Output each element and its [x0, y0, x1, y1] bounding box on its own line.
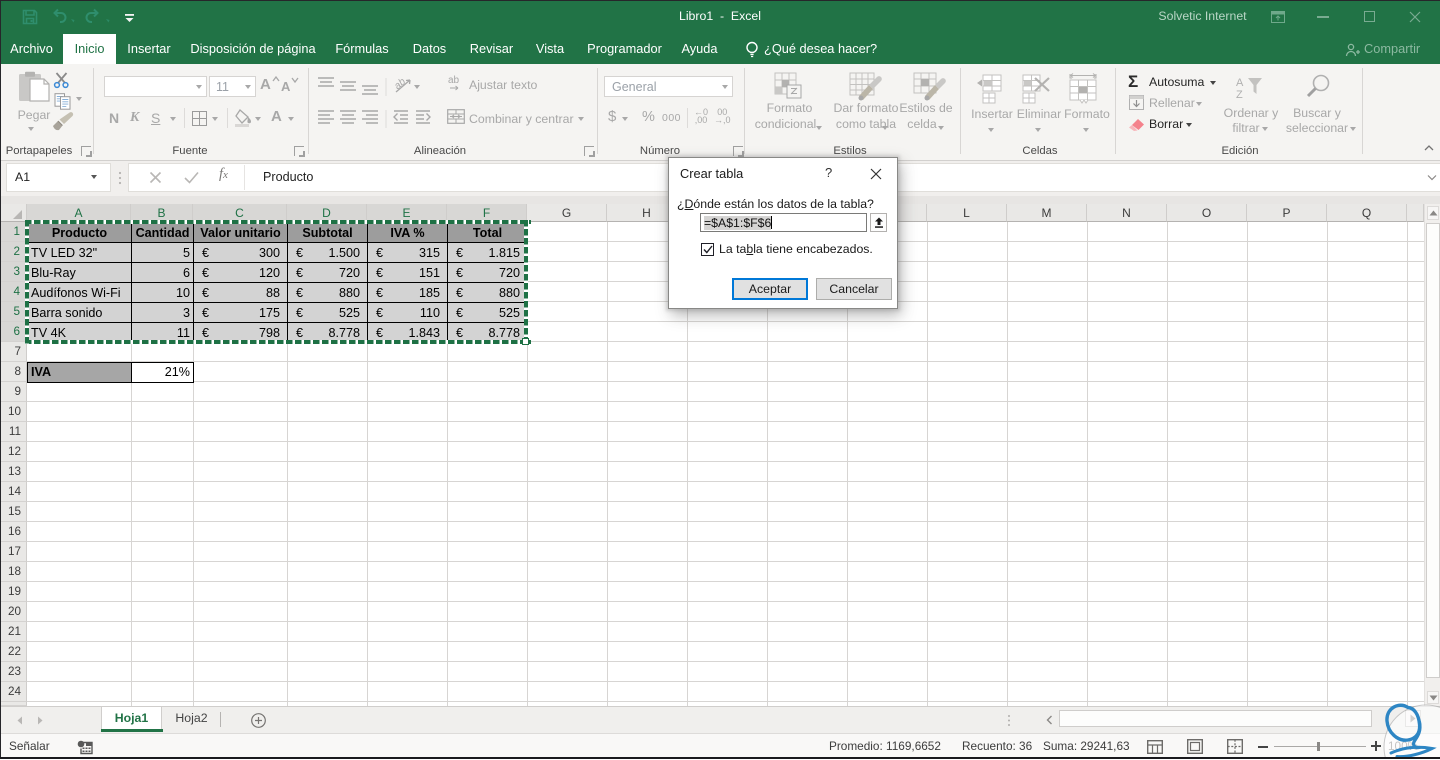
svg-text:ab: ab: [448, 75, 460, 86]
svg-text:Z: Z: [1236, 89, 1243, 100]
svg-text:A: A: [1236, 77, 1244, 89]
